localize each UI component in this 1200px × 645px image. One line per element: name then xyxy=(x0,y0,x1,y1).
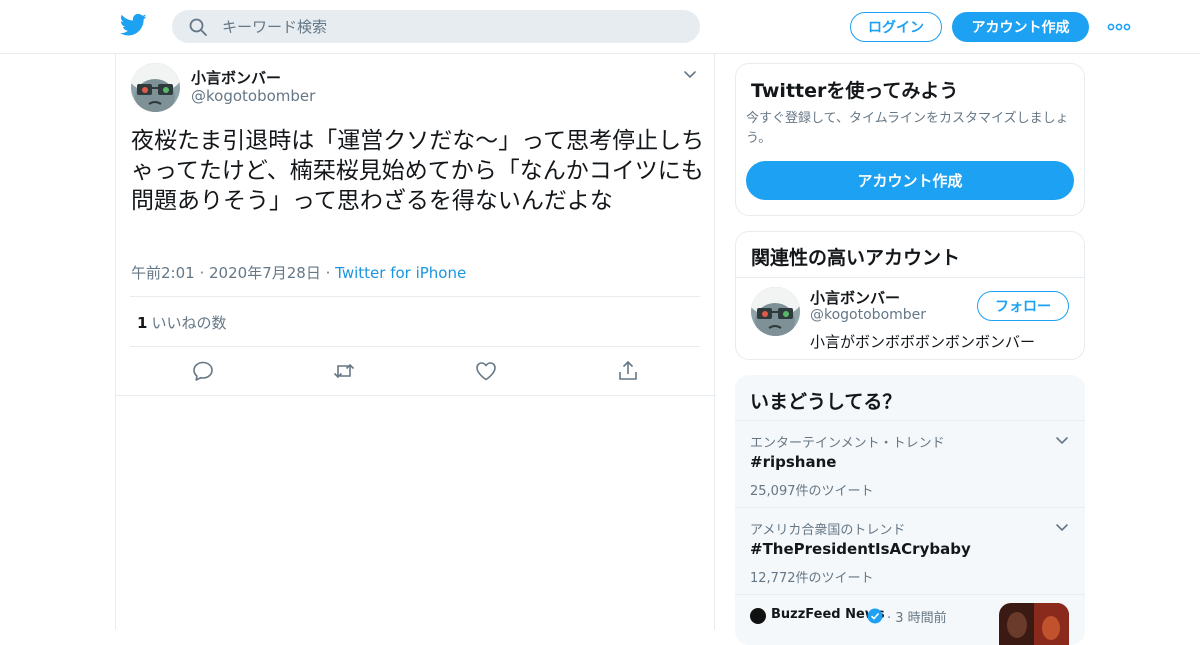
chevron-down-icon[interactable] xyxy=(1055,521,1069,535)
buzzfeed-logo-icon xyxy=(750,608,766,624)
author-handle[interactable]: @kogotobomber xyxy=(191,87,315,105)
news-item[interactable]: BuzzFeed News · 3 時間前 xyxy=(735,594,1085,645)
search-icon xyxy=(189,18,207,36)
trend-count: 12,772件のツイート xyxy=(750,571,874,586)
avatar-image xyxy=(751,287,800,336)
related-accounts-title: 関連性の高いアカウント xyxy=(751,247,961,269)
related-account-name[interactable]: 小言ボンバー xyxy=(810,287,900,308)
search-bar[interactable]: キーワード検索 xyxy=(172,10,700,43)
trends-title: いまどうしてる？ xyxy=(750,391,902,413)
trend-item[interactable]: エンターテインメント・トレンド #ripshane 25,097件のツイート xyxy=(735,420,1085,507)
verified-badge-icon xyxy=(867,608,883,624)
likes-count: 1 xyxy=(137,314,148,332)
twitter-bird-logo-icon[interactable] xyxy=(120,13,147,37)
chevron-down-icon[interactable] xyxy=(1055,434,1069,448)
signup-card-description: 今すぐ登録して、タイムラインをカスタマイズしましょう。 xyxy=(746,111,1069,146)
related-account-avatar[interactable] xyxy=(751,287,800,336)
tweet-column: 小言ボンバー @kogotobomber 夜桜たま引退時は「運営クソだな〜」って… xyxy=(115,54,716,630)
news-time: · 3 時間前 xyxy=(887,607,947,626)
trend-category: エンターテインメント・トレンド xyxy=(750,436,945,451)
divider xyxy=(130,346,700,347)
like-heart-icon[interactable] xyxy=(474,359,498,383)
divider xyxy=(130,296,700,297)
tweet-time[interactable]: 午前2:01 xyxy=(131,264,195,282)
login-button[interactable]: ログイン xyxy=(850,12,942,42)
news-thumbnail[interactable] xyxy=(999,603,1069,645)
reply-icon[interactable] xyxy=(191,359,215,383)
trend-name[interactable]: #ripshane xyxy=(750,453,836,471)
meta-separator: · xyxy=(199,264,210,282)
signup-card-title: Twitterを使ってみよう xyxy=(751,80,959,102)
tweet-source-link[interactable]: Twitter for iPhone xyxy=(335,264,466,282)
top-bar: キーワード検索 ログイン アカウント作成 xyxy=(0,0,1200,54)
news-time-value: 3 時間前 xyxy=(895,611,947,626)
trend-count: 25,097件のツイート xyxy=(750,484,874,499)
signup-card: Twitterを使ってみよう 今すぐ登録して、タイムラインをカスタマイズしましょ… xyxy=(735,63,1085,216)
retweet-icon[interactable] xyxy=(332,359,356,383)
trends-card: いまどうしてる？ エンターテインメント・トレンド #ripshane 25,09… xyxy=(735,375,1085,645)
author-avatar[interactable] xyxy=(131,63,180,112)
likes-stat[interactable]: 1 いいねの数 xyxy=(137,312,226,333)
related-account-handle[interactable]: @kogotobomber xyxy=(810,307,926,323)
more-options-icon[interactable] xyxy=(1107,23,1131,31)
avatar-image xyxy=(131,63,180,112)
likes-label: いいねの数 xyxy=(151,314,227,332)
related-account-bio: 小言がボンボボボンボンボンバー xyxy=(810,333,1036,351)
related-accounts-card: 関連性の高いアカウント 小言ボンバー @kogotobomber 小言がボンボボ… xyxy=(735,231,1085,360)
author-name[interactable]: 小言ボンバー xyxy=(191,67,281,88)
tweet-date[interactable]: 2020年7月28日 xyxy=(209,264,321,282)
search-input[interactable]: キーワード検索 xyxy=(222,16,327,37)
chevron-down-icon[interactable] xyxy=(683,68,697,82)
trend-category: アメリカ合衆国のトレンド xyxy=(750,523,906,538)
trend-name[interactable]: #ThePresidentIsACrybaby xyxy=(750,540,971,558)
tweet-text: 夜桜たま引退時は「運営クソだな〜」って思考停止しちゃってたけど、楠栞桜見始めてか… xyxy=(131,128,705,214)
follow-button[interactable]: フォロー xyxy=(977,291,1069,321)
news-thumbnail-image xyxy=(999,603,1069,645)
trend-item[interactable]: アメリカ合衆国のトレンド #ThePresidentIsACrybaby 12,… xyxy=(735,507,1085,594)
share-icon[interactable] xyxy=(616,359,640,383)
signup-button[interactable]: アカウント作成 xyxy=(952,12,1089,42)
divider xyxy=(736,277,1084,278)
create-account-button[interactable]: アカウント作成 xyxy=(746,161,1074,200)
tweet-actions xyxy=(116,350,716,396)
tweet-meta: 午前2:01 · 2020年7月28日 · Twitter for iPhone xyxy=(131,262,466,283)
meta-separator: · xyxy=(325,264,336,282)
